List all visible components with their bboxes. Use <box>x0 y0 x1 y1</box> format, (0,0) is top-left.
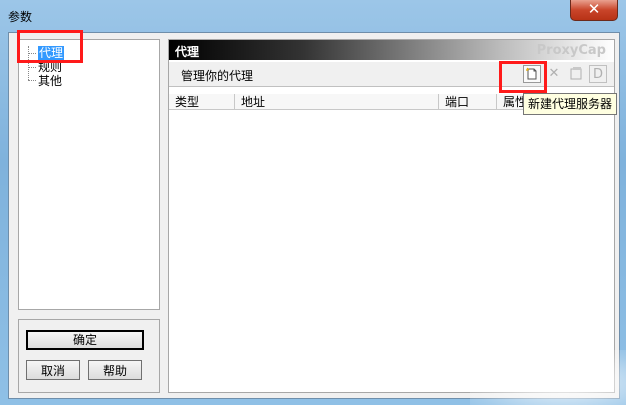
d-button[interactable]: D <box>589 65 607 83</box>
tree-connector <box>28 46 29 80</box>
button-group: 确定 取消 帮助 <box>18 319 160 393</box>
panel-header: 代理 ProxyCap <box>169 40 614 60</box>
help-button[interactable]: 帮助 <box>88 360 142 380</box>
column-header-address[interactable]: 地址 <box>235 94 439 110</box>
window-title: 参数 <box>8 10 33 24</box>
tree-connector <box>28 53 36 54</box>
tooltip-new-proxy: 新建代理服务器 <box>523 93 618 115</box>
column-header-type[interactable]: 类型 <box>169 94 235 110</box>
tree-item-proxy[interactable]: 代理 <box>38 46 65 60</box>
tree-item-other[interactable]: 其他 <box>38 74 62 88</box>
new-proxy-icon[interactable] <box>523 65 541 83</box>
properties-icon-graphic <box>570 67 582 80</box>
tree-item-rules[interactable]: 规则 <box>38 60 62 74</box>
properties-icon[interactable] <box>567 65 585 83</box>
delete-proxy-icon[interactable]: ✕ <box>545 65 563 83</box>
proxy-table: 类型 地址 端口 属性 <box>169 94 614 392</box>
panel-toolbar: 管理你的代理 ✕ D <box>169 62 614 87</box>
new-document-icon <box>526 67 537 80</box>
ok-button[interactable]: 确定 <box>26 330 144 350</box>
tree-connector <box>28 67 36 68</box>
close-button[interactable]: ✕ <box>570 0 618 21</box>
tree-connector <box>28 80 36 81</box>
dialog-client-area: 代理 规则 其他 确定 取消 帮助 代理 ProxyCap 管理你的代理 ✕ D… <box>8 32 620 399</box>
brand-logo: ProxyCap <box>536 43 606 58</box>
panel-subtitle: 管理你的代理 <box>181 69 254 83</box>
category-tree: 代理 规则 其他 <box>18 39 160 310</box>
column-header-port[interactable]: 端口 <box>439 94 497 110</box>
cancel-button[interactable]: 取消 <box>26 360 80 380</box>
tree-item-label: 代理 <box>38 46 65 60</box>
title-bar: 参数 ✕ <box>0 0 626 32</box>
watermark-fade <box>470 350 626 405</box>
panel-title: 代理 <box>175 45 200 59</box>
dialog-window: 参数 ✕ 代理 规则 其他 确定 取消 帮助 代理 ProxyCap 管理你的代… <box>0 0 626 405</box>
